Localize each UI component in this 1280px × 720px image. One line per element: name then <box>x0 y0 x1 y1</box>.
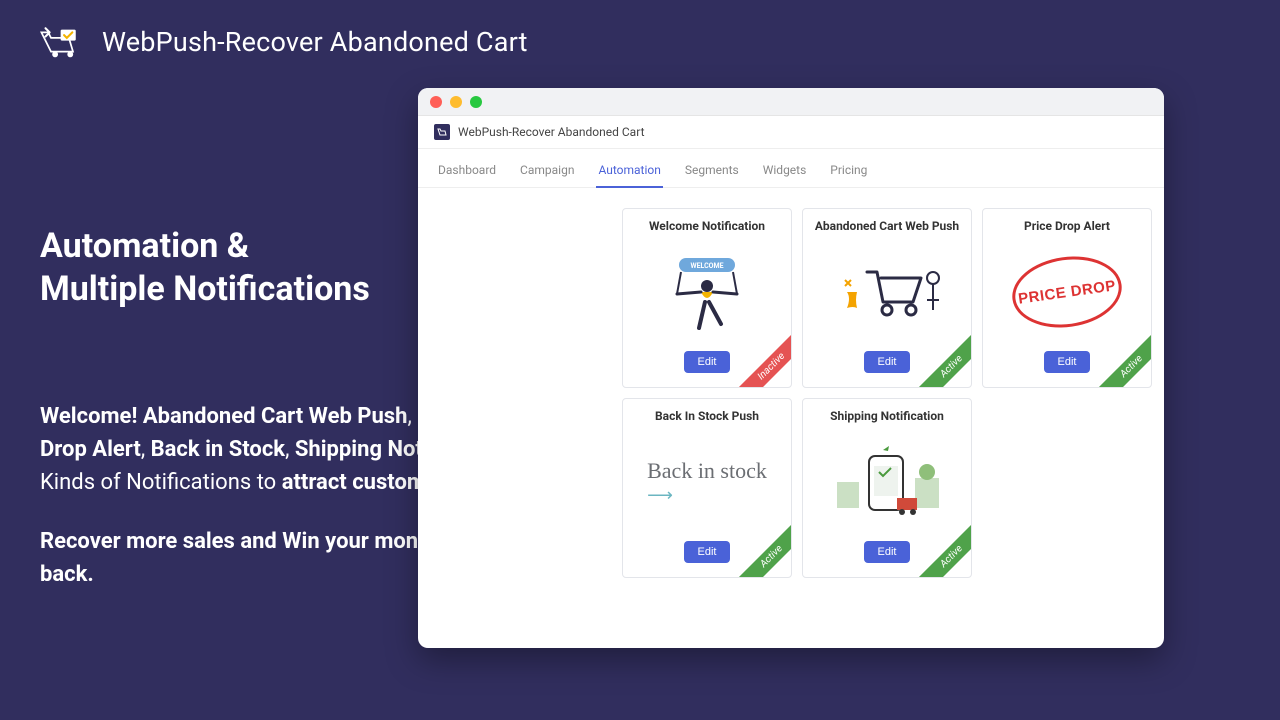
card-welcome-notification: Welcome Notification WELCOME <box>622 208 792 388</box>
back-in-stock-script-text: Back in stock <box>647 458 767 483</box>
price-drop-stamp-icon: PRICE DROP <box>991 239 1143 345</box>
price-drop-stamp-text: PRICE DROP <box>1008 250 1127 335</box>
card-title: Shipping Notification <box>830 409 944 423</box>
card-title: Abandoned Cart Web Push <box>815 219 959 233</box>
tab-automation[interactable]: Automation <box>596 157 662 187</box>
svg-text:WELCOME: WELCOME <box>690 262 723 270</box>
tabs: Dashboard Campaign Automation Segments W… <box>418 149 1164 188</box>
edit-button[interactable]: Edit <box>864 351 911 373</box>
card-title: Back In Stock Push <box>655 409 759 423</box>
window-app-title: WebPush-Recover Abandoned Cart <box>458 125 645 139</box>
window-minimize-icon[interactable] <box>450 96 462 108</box>
back-in-stock-script-icon: Back in stock ⟶ <box>631 429 783 535</box>
headline-line-1: Automation & <box>40 226 249 266</box>
tab-campaign[interactable]: Campaign <box>518 157 576 187</box>
window-zoom-icon[interactable] <box>470 96 482 108</box>
edit-button[interactable]: Edit <box>684 541 731 563</box>
card-title: Welcome Notification <box>649 219 765 233</box>
tab-segments[interactable]: Segments <box>683 157 741 187</box>
brand-title: WebPush-Recover Abandoned Cart <box>102 26 528 58</box>
card-price-drop: Price Drop Alert PRICE DROP Edit Active <box>982 208 1152 388</box>
cards-grid: Welcome Notification WELCOME <box>622 208 1152 578</box>
shipping-illustration-icon <box>811 429 963 535</box>
card-abandoned-cart: Abandoned Cart Web Push <box>802 208 972 388</box>
app-mini-icon <box>434 124 450 140</box>
card-back-in-stock: Back In Stock Push Back in stock ⟶ Edit … <box>622 398 792 578</box>
body-text: Welcome! Abandoned Cart Web Push, Price … <box>40 400 470 591</box>
card-shipping-notification: Shipping Notification <box>802 398 972 578</box>
edit-button[interactable]: Edit <box>864 541 911 563</box>
arrow-icon: ⟶ <box>647 485 673 505</box>
edit-button[interactable]: Edit <box>684 351 731 373</box>
welcome-illustration-icon: WELCOME <box>631 239 783 345</box>
abandoned-cart-illustration-icon <box>811 239 963 345</box>
window-titlebar <box>418 88 1164 116</box>
edit-button[interactable]: Edit <box>1044 351 1091 373</box>
page-brand: WebPush-Recover Abandoned Cart <box>0 0 1280 60</box>
tab-pricing[interactable]: Pricing <box>828 157 869 187</box>
app-window: WebPush-Recover Abandoned Cart Dashboard… <box>418 88 1164 648</box>
cards-area: Welcome Notification WELCOME <box>418 188 1164 578</box>
tab-widgets[interactable]: Widgets <box>761 157 809 187</box>
card-title: Price Drop Alert <box>1024 219 1110 233</box>
tab-dashboard[interactable]: Dashboard <box>436 157 498 187</box>
window-app-header: WebPush-Recover Abandoned Cart <box>418 116 1164 149</box>
cart-logo-icon <box>40 24 84 60</box>
headline: Automation & Multiple Notifications <box>40 225 470 310</box>
marketing-text: Automation & Multiple Notifications Welc… <box>40 225 470 617</box>
window-close-icon[interactable] <box>430 96 442 108</box>
headline-line-2: Multiple Notifications <box>40 269 370 309</box>
